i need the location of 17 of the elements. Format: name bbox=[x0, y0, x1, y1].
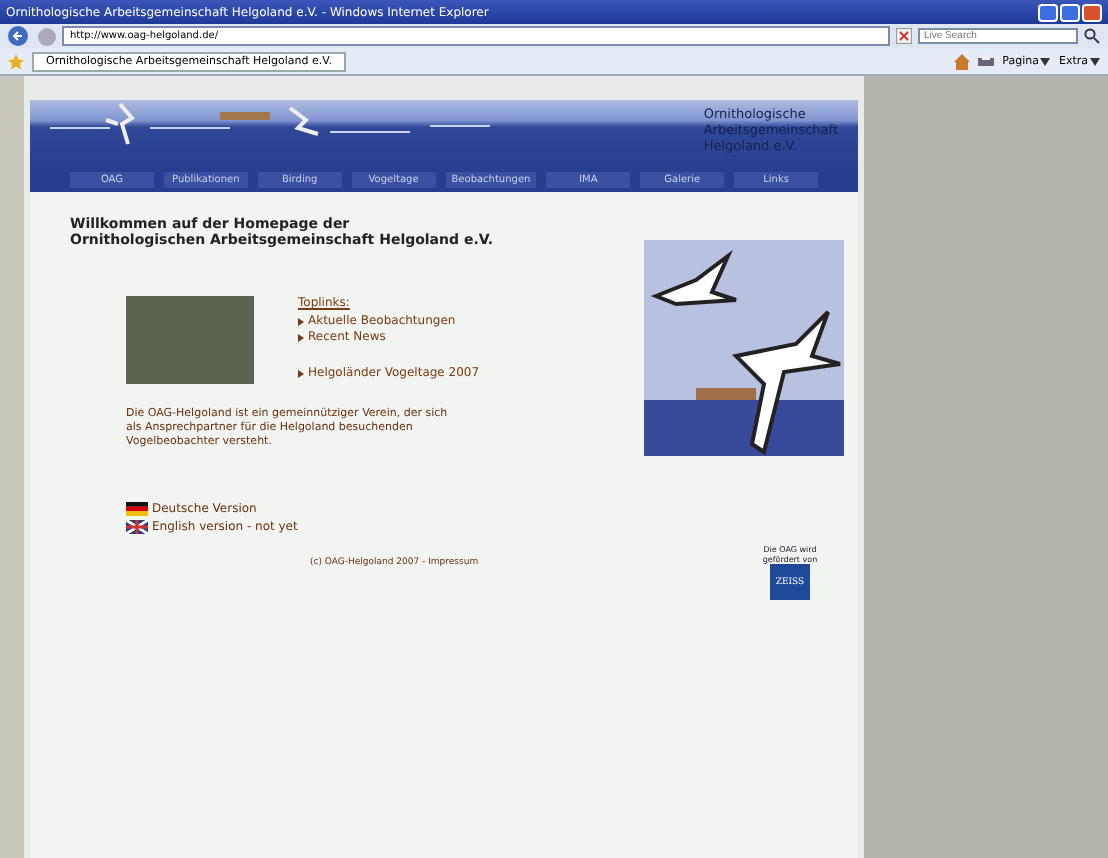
bullet-icon bbox=[298, 318, 304, 326]
close-icon[interactable] bbox=[896, 28, 912, 44]
maximize-button[interactable] bbox=[1060, 3, 1080, 21]
bird-photo-placeholder bbox=[126, 296, 254, 384]
close-button[interactable] bbox=[1082, 3, 1102, 21]
caret-icon bbox=[1040, 57, 1051, 65]
caret-icon bbox=[1090, 57, 1100, 65]
bullet-icon bbox=[298, 334, 304, 342]
minimize-button[interactable] bbox=[1038, 3, 1058, 21]
home-icon[interactable] bbox=[954, 53, 971, 69]
bullet-icon bbox=[298, 370, 304, 378]
back-icon[interactable] bbox=[8, 26, 32, 46]
uk-flag-icon bbox=[126, 520, 148, 534]
search-icon[interactable] bbox=[1084, 28, 1100, 44]
printer-icon[interactable] bbox=[978, 53, 995, 69]
german-flag-icon bbox=[126, 502, 148, 516]
star-icon[interactable] bbox=[8, 53, 24, 69]
